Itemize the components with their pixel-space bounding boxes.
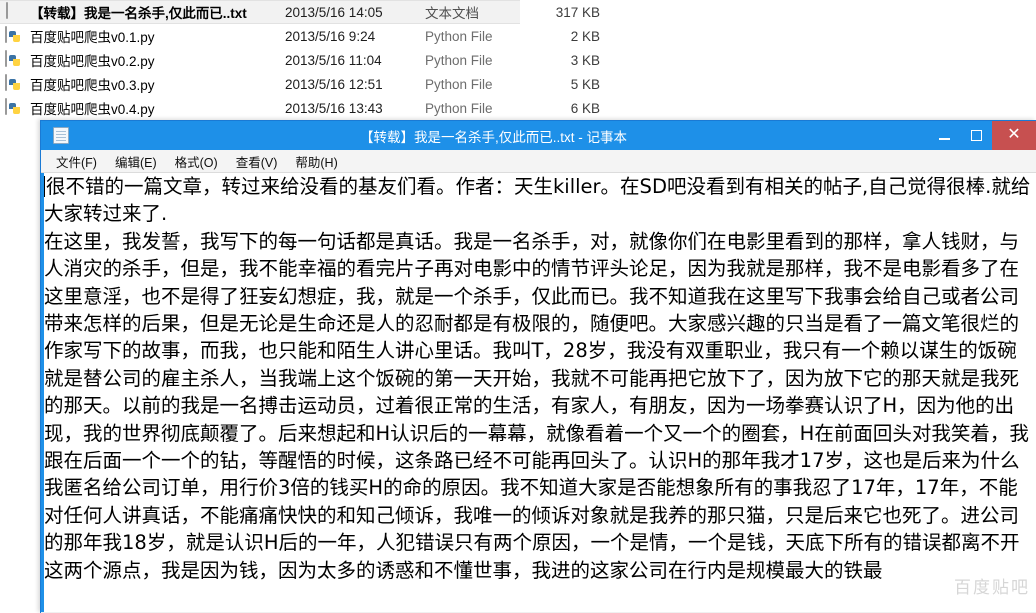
close-button[interactable]: ✕ [992,121,1036,150]
file-size: 2 KB [570,28,600,44]
file-name: 百度贴吧爬虫v0.3.py [30,78,155,93]
notepad-title-bar[interactable]: 【转载】我是一名杀手,仅此而已..txt - 记事本 ✕ [41,121,1036,150]
menu-item-help[interactable]: 帮助(H) [286,150,346,173]
menu-item-view[interactable]: 查看(V) [227,150,287,173]
python-file-icon [4,74,24,93]
watermark: 百度贴吧 [954,578,1030,598]
file-row[interactable]: 百度贴吧爬虫v0.3.py 2013/5/16 12:51 Python Fil… [0,72,1036,96]
file-name: 【转载】我是一名杀手,仅此而已..txt [30,6,247,21]
text-editor-area[interactable]: 很不错的一篇文章，转过来给没看的基友们看。作者：天生killer。在SD吧没看到… [41,173,1036,612]
file-name: 百度贴吧爬虫v0.1.py [30,30,155,45]
file-type: Python File [425,100,493,116]
file-type: 文本文档 [425,6,479,21]
file-date: 2013/5/16 11:04 [285,52,382,68]
window-controls: ✕ [928,121,1036,150]
file-size: 317 KB [555,4,600,20]
file-size: 5 KB [570,76,600,92]
file-name: 百度贴吧爬虫v0.4.py [30,102,155,117]
python-file-icon [4,50,24,69]
file-date: 2013/5/16 9:24 [285,28,376,44]
notepad-window: 【转载】我是一名杀手,仅此而已..txt - 记事本 ✕ 文件(F) 编辑(E)… [40,120,1036,613]
file-type: Python File [425,52,493,68]
file-list[interactable]: 【转载】我是一名杀手,仅此而已..txt 2013/5/16 14:05 文本文… [0,0,1036,120]
screen: 【转载】我是一名杀手,仅此而已..txt 2013/5/16 14:05 文本文… [0,0,1036,613]
menu-bar: 文件(F) 编辑(E) 格式(O) 查看(V) 帮助(H) [41,150,1036,173]
file-row[interactable]: 百度贴吧爬虫v0.1.py 2013/5/16 9:24 Python File… [0,24,1036,48]
menu-item-file[interactable]: 文件(F) [47,150,106,173]
file-row[interactable]: 百度贴吧爬虫v0.2.py 2013/5/16 11:04 Python Fil… [0,48,1036,72]
file-date: 2013/5/16 12:51 [285,76,383,92]
file-row[interactable]: 百度贴吧爬虫v0.4.py 2013/5/16 13:43 Python Fil… [0,96,1036,120]
file-type: Python File [425,28,493,44]
file-date: 2013/5/16 14:05 [285,4,383,20]
file-size: 6 KB [570,100,600,116]
notepad-icon [53,127,69,144]
menu-item-edit[interactable]: 编辑(E) [106,150,166,173]
menu-item-format[interactable]: 格式(O) [166,150,227,173]
minimize-button[interactable] [928,121,960,150]
document-text[interactable]: 很不错的一篇文章，转过来给没看的基友们看。作者：天生killer。在SD吧没看到… [44,173,1030,582]
file-name: 百度贴吧爬虫v0.2.py [30,54,155,69]
file-size: 3 KB [570,52,600,68]
file-row[interactable]: 【转载】我是一名杀手,仅此而已..txt 2013/5/16 14:05 文本文… [0,0,600,24]
text-document-icon [4,2,24,21]
maximize-button[interactable] [960,121,992,150]
file-type: Python File [425,76,493,92]
file-date: 2013/5/16 13:43 [285,100,383,116]
window-title: 【转载】我是一名杀手,仅此而已..txt - 记事本 [359,129,627,145]
python-file-icon [4,26,24,45]
python-file-icon [4,98,24,117]
